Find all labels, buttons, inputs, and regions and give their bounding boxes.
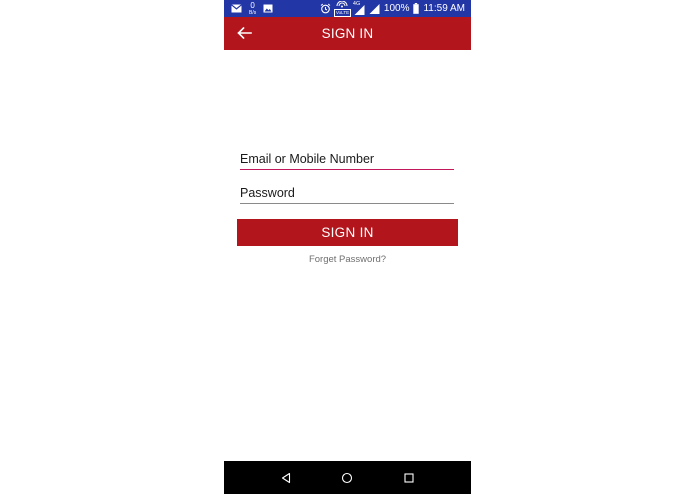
sign-in-button[interactable]: SIGN IN	[237, 219, 458, 246]
navigation-bar	[224, 461, 471, 494]
image-icon	[263, 4, 273, 13]
alarm-icon	[320, 3, 331, 14]
signal-icon	[369, 3, 380, 14]
app-bar: SIGN IN	[224, 17, 471, 50]
battery-percent: 100%	[383, 3, 410, 14]
battery-icon	[413, 3, 420, 14]
nav-back-icon	[281, 472, 291, 484]
nav-recents-icon	[404, 473, 414, 483]
nav-back-button[interactable]	[277, 469, 295, 487]
data-speed-unit: B/s	[249, 9, 257, 16]
nav-home-icon	[341, 472, 353, 484]
volte-hotspot-icon: VoLTE	[333, 0, 352, 17]
data-speed-value: 0	[250, 0, 255, 10]
status-bar-left: 0 B/s	[231, 0, 273, 17]
page-title: SIGN IN	[321, 26, 374, 41]
nav-home-button[interactable]	[338, 469, 356, 487]
clock: 11:59 AM	[423, 3, 465, 14]
volte-label: VoLTE	[333, 9, 352, 17]
signal-icon: 4G	[353, 0, 365, 17]
forget-password-link[interactable]: Forget Password?	[224, 254, 471, 265]
email-field[interactable]	[240, 148, 454, 170]
nav-recents-button[interactable]	[400, 469, 418, 487]
password-field[interactable]	[240, 182, 454, 204]
status-bar: 0 B/s VoLTE 4G 100% 11:59 AM	[224, 0, 471, 17]
data-speed-icon: 0 B/s	[249, 0, 257, 16]
phone-screen: 0 B/s VoLTE 4G 100% 11:59 AM SIGN IN Ema…	[224, 0, 471, 494]
status-bar-right: VoLTE 4G 100% 11:59 AM	[320, 0, 465, 17]
gmail-icon	[231, 4, 242, 13]
